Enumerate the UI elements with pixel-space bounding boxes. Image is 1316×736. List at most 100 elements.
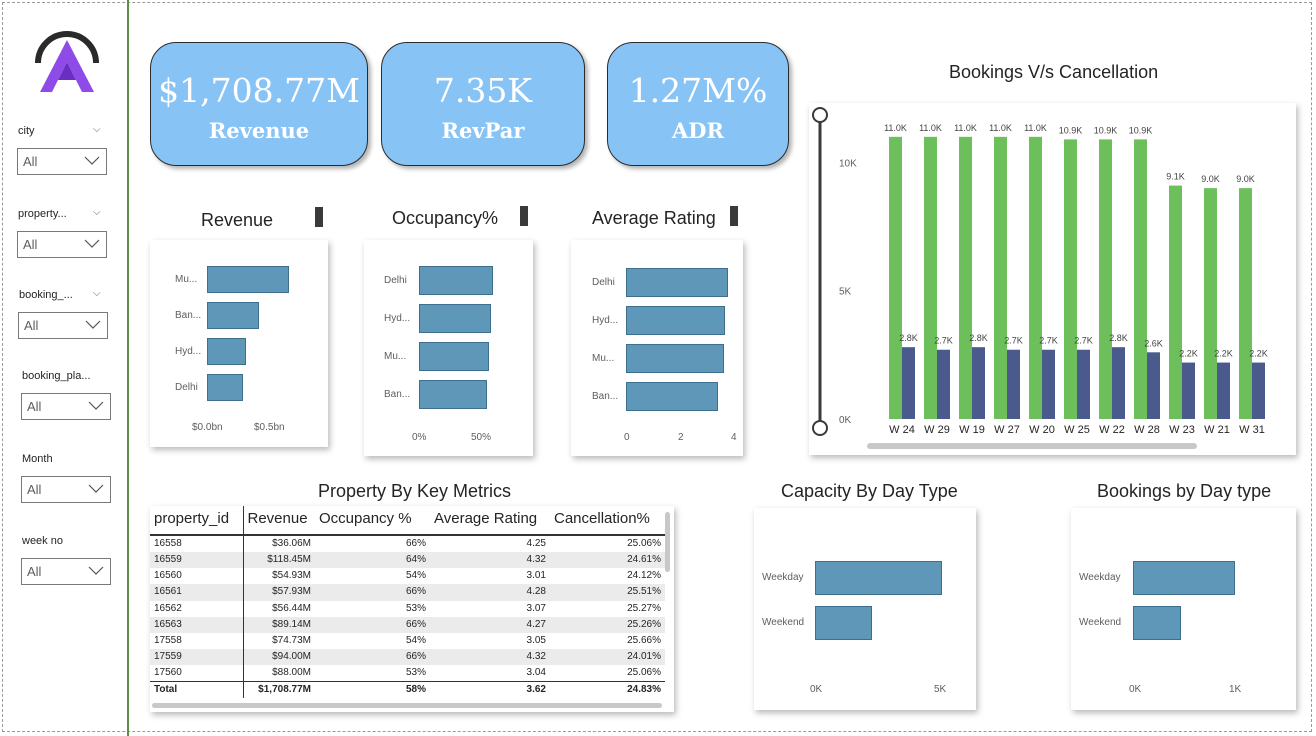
table-row[interactable]: 16559 $118.45M 64% 4.32 24.61% — [150, 552, 665, 569]
x-axis-tick-label: W 20 — [1029, 424, 1055, 436]
x-axis-tick-label: W 27 — [994, 424, 1020, 436]
column-header[interactable]: Cancellation% — [550, 506, 665, 536]
cancellation-bar[interactable] — [902, 347, 915, 419]
cancellation-bar[interactable] — [1077, 349, 1090, 419]
cancellation-bar[interactable] — [1252, 362, 1265, 419]
bookmark-icon[interactable] — [520, 206, 528, 226]
bookings-bar[interactable] — [1029, 136, 1042, 419]
filter-dropdown-property[interactable]: All — [17, 231, 107, 258]
rating-by-city-chart[interactable]: Delhi Hyd... Mu... Ban... 0 2 4 — [571, 240, 743, 456]
bar[interactable] — [207, 338, 247, 365]
range-slider-handle-top[interactable] — [812, 107, 828, 123]
table-row[interactable]: 17559 $94.00M 66% 4.32 24.01% — [150, 649, 665, 666]
bar[interactable] — [815, 606, 873, 640]
table-cell: $36.06M — [272, 538, 311, 549]
bar[interactable] — [626, 344, 725, 373]
column-header[interactable]: Revenue — [243, 506, 315, 536]
bookings-bar[interactable] — [1204, 188, 1217, 419]
dropdown-value: All — [24, 318, 39, 333]
filter-dropdown-booking[interactable]: All — [18, 312, 108, 339]
cancellation-bar[interactable] — [937, 349, 950, 419]
kpi-card-revpar[interactable]: 7.35K RevPar — [381, 42, 585, 166]
bar[interactable] — [419, 342, 490, 371]
table-row[interactable]: 16562 $56.44M 53% 3.07 25.27% — [150, 600, 665, 617]
cancellation-bar[interactable] — [1217, 362, 1230, 419]
cancellation-bar[interactable] — [972, 347, 985, 419]
bar[interactable] — [815, 561, 942, 595]
category-label: Hyd... — [592, 314, 619, 326]
filter-label-booking: booking_... — [19, 289, 73, 301]
table-row[interactable]: 17560 $88.00M 53% 3.04 25.06% — [150, 665, 665, 682]
cancellation-bar[interactable] — [1042, 349, 1055, 419]
bookings-bar[interactable] — [1239, 188, 1252, 419]
bookings-bar[interactable] — [1064, 139, 1077, 419]
chevron-down-icon[interactable]: ⌵ — [93, 124, 101, 135]
revenue-by-city-chart[interactable]: Mu... Ban... Hyd... Delhi $0.0bn $0.5bn — [150, 240, 328, 447]
axis-tick-label: 5K — [934, 684, 947, 695]
bar[interactable] — [626, 382, 718, 411]
bookmark-icon[interactable] — [315, 207, 323, 227]
vertical-scrollbar[interactable] — [665, 512, 670, 572]
bookings-bar[interactable] — [1099, 139, 1112, 419]
data-label: 2.2K — [1249, 349, 1268, 359]
table-row[interactable]: 16560 $54.93M 54% 3.01 24.12% — [150, 568, 665, 585]
bar[interactable] — [419, 304, 491, 333]
bookings-bar[interactable] — [889, 136, 902, 419]
data-label: 2.7K — [1074, 336, 1093, 346]
chevron-down-icon[interactable]: ⌵ — [93, 288, 101, 299]
bookings-bar[interactable] — [959, 136, 972, 419]
bookings-bar[interactable] — [1134, 139, 1147, 419]
filter-dropdown-week-no[interactable]: All — [21, 558, 111, 585]
cancellation-bar[interactable] — [1182, 362, 1195, 419]
column-header[interactable]: property_id — [150, 506, 244, 536]
axis-tick-label: 4 — [731, 432, 737, 443]
bar[interactable] — [626, 268, 728, 297]
property-metrics-table[interactable]: property_id Revenue Occupancy % Average Rat… — [150, 506, 674, 712]
kpi-card-revenue[interactable]: $1,708.77M Revenue — [150, 42, 368, 166]
table-row[interactable]: 16563 $89.14M 66% 4.27 25.26% — [150, 616, 665, 633]
column-header[interactable]: Occupancy % — [315, 506, 430, 536]
axis-tick-label: $0.0bn — [192, 422, 223, 433]
chevron-down-icon[interactable]: ⌵ — [93, 207, 101, 218]
bookings-bar[interactable] — [924, 136, 937, 419]
capacity-by-day-type-chart[interactable]: Weekday Weekend 0K 5K — [754, 508, 976, 710]
filter-dropdown-month[interactable]: All — [21, 476, 111, 503]
x-axis-tick-label: W 28 — [1134, 424, 1160, 436]
bookings-by-day-type-chart[interactable]: Weekday Weekend 0K 1K — [1071, 508, 1296, 710]
table-row[interactable]: 16561 $57.93M 66% 4.28 25.51% — [150, 584, 665, 601]
horizontal-scrollbar[interactable] — [867, 443, 1197, 449]
bookings-bar[interactable] — [994, 136, 1007, 419]
range-slider-handle-bottom[interactable] — [812, 420, 828, 436]
bar[interactable] — [207, 266, 290, 293]
filter-dropdown-city[interactable]: All — [17, 148, 107, 175]
occupancy-by-city-chart[interactable]: Delhi Hyd... Mu... Ban... 0% 50% — [364, 240, 533, 456]
cancellation-bar[interactable] — [1112, 347, 1125, 419]
cancellation-bar[interactable] — [1007, 349, 1020, 419]
filter-dropdown-booking-pla[interactable]: All — [21, 393, 111, 420]
bar[interactable] — [207, 302, 259, 329]
table-cell: 25.06% — [627, 538, 661, 549]
daytype-chart-title: Bookings by Day type — [1097, 481, 1272, 501]
cancellation-bar[interactable] — [1147, 352, 1160, 419]
table-cell: 16562 — [150, 600, 244, 617]
bar[interactable] — [207, 374, 243, 401]
table-row[interactable]: 17558 $74.73M 54% 3.05 25.66% — [150, 632, 665, 650]
kpi-card-adr[interactable]: 1.27M% ADR — [607, 42, 789, 166]
bookings-bar[interactable] — [1169, 185, 1182, 419]
table-row[interactable]: 16558 $36.06M 66% 4.25 25.06% — [150, 535, 665, 552]
axis-tick-label: $0.5bn — [254, 422, 285, 433]
bar[interactable] — [419, 380, 487, 409]
bookmark-icon[interactable] — [730, 206, 738, 226]
bar[interactable] — [1133, 561, 1235, 595]
bar[interactable] — [419, 266, 493, 295]
table-cell: 53% — [405, 602, 426, 614]
x-axis-tick-label: W 31 — [1239, 424, 1265, 436]
bar[interactable] — [626, 306, 725, 335]
horizontal-scrollbar[interactable] — [152, 703, 662, 708]
table-cell: 4.25 — [526, 538, 546, 549]
bar[interactable] — [1133, 606, 1181, 640]
table-cell: 16560 — [150, 568, 244, 585]
column-header[interactable]: Average Rating — [430, 506, 550, 536]
bookings-vs-cancellation-chart[interactable]: 10K 5K 0K 11.0K 2.8K W 24 11.0K 2.7K W 29 11.0K 2.… — [809, 103, 1296, 455]
table-cell: $54.93M — [272, 570, 311, 582]
